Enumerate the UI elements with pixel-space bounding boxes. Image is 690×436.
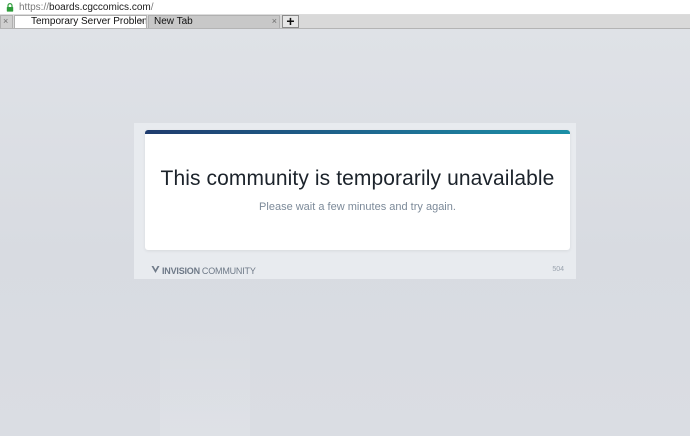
close-tab-icon[interactable]: ×: [272, 16, 277, 27]
error-heading: This community is temporarily unavailabl…: [160, 167, 555, 190]
new-tab-button[interactable]: +: [282, 14, 299, 28]
close-tab-icon[interactable]: ×: [139, 16, 144, 27]
error-footer: INVISION COMMUNITY 504: [151, 265, 564, 277]
tab-pinned[interactable]: ×: [0, 15, 13, 28]
url-path: /: [150, 1, 154, 13]
error-message: Please wait a few minutes and try again.: [259, 201, 456, 213]
invision-community-logo: INVISION COMMUNITY: [151, 265, 256, 276]
lock-icon: [6, 3, 14, 12]
tab-strip: × Temporary Server Problem × New Tab × +: [0, 14, 690, 29]
error-code: 504: [552, 266, 564, 273]
tab-temporary-server-problem[interactable]: Temporary Server Problem ×: [14, 15, 147, 28]
url-host: boards.cgccomics.com: [49, 1, 151, 13]
tab-new-tab[interactable]: New Tab ×: [148, 15, 280, 28]
invision-logo-icon: [151, 265, 160, 276]
brand-name: INVISION: [162, 265, 200, 276]
address-bar[interactable]: https://boards.cgccomics.com /: [0, 0, 690, 15]
tab-label: New Tab: [154, 16, 193, 27]
close-tab-icon[interactable]: ×: [3, 16, 8, 27]
brand-suffix: COMMUNITY: [201, 265, 256, 276]
background-shade: [160, 319, 250, 436]
error-card: This community is temporarily unavailabl…: [145, 130, 570, 250]
url-scheme: https://: [19, 1, 50, 13]
card-accent-bar: [145, 130, 570, 134]
tab-label: Temporary Server Problem: [31, 16, 147, 27]
